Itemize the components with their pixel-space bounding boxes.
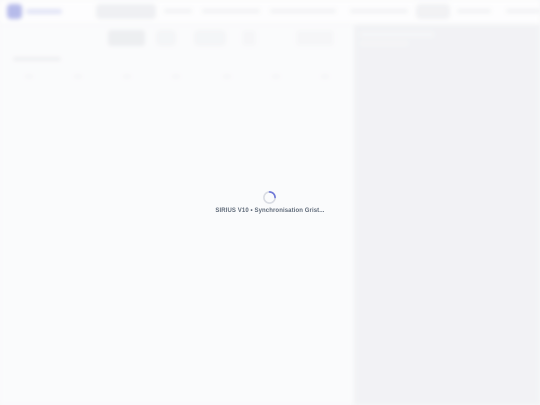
- loading-message: SIRIUS V10 • Synchronisation Grist...: [215, 208, 325, 214]
- loading-indicator: SIRIUS V10 • Synchronisation Grist...: [0, 0, 540, 405]
- app-root: SIRIUS V10 • Synchronisation Grist...: [0, 0, 540, 405]
- spinner-icon: [262, 190, 277, 205]
